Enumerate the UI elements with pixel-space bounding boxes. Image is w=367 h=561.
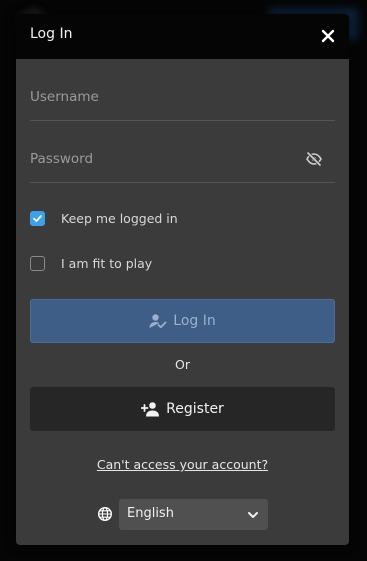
user-check-icon bbox=[149, 314, 167, 329]
fit-to-play-row: I am fit to play bbox=[30, 254, 152, 272]
username-field bbox=[30, 72, 335, 121]
keep-logged-in-checkbox[interactable] bbox=[30, 210, 45, 226]
or-separator: Or bbox=[175, 357, 190, 372]
toggle-password-visibility-button[interactable] bbox=[305, 150, 323, 168]
fit-to-play-label[interactable]: I am fit to play bbox=[61, 256, 152, 271]
user-plus-icon bbox=[141, 402, 160, 417]
close-button[interactable] bbox=[319, 27, 337, 45]
login-dialog: Log In Keep me logged in bbox=[16, 14, 349, 545]
chevron-down-icon bbox=[248, 512, 258, 518]
eye-off-icon bbox=[306, 151, 322, 167]
language-selected-value: English bbox=[127, 506, 174, 521]
password-field bbox=[30, 134, 335, 183]
keep-logged-in-row: Keep me logged in bbox=[30, 209, 178, 227]
close-icon bbox=[321, 29, 335, 43]
keep-logged-in-label[interactable]: Keep me logged in bbox=[61, 211, 178, 226]
cant-access-account-link[interactable]: Can't access your account? bbox=[16, 457, 349, 472]
register-button[interactable]: Register bbox=[30, 387, 335, 431]
register-button-label: Register bbox=[166, 401, 224, 417]
username-input[interactable] bbox=[30, 86, 300, 108]
login-button-label: Log In bbox=[173, 313, 216, 329]
dialog-header: Log In bbox=[16, 14, 349, 59]
password-input[interactable] bbox=[30, 148, 300, 170]
dialog-title: Log In bbox=[30, 26, 73, 42]
fit-to-play-checkbox[interactable] bbox=[30, 255, 45, 271]
checkmark-icon bbox=[33, 214, 42, 222]
globe-icon bbox=[97, 506, 113, 522]
login-button[interactable]: Log In bbox=[30, 299, 335, 343]
language-select[interactable]: English bbox=[119, 499, 268, 530]
